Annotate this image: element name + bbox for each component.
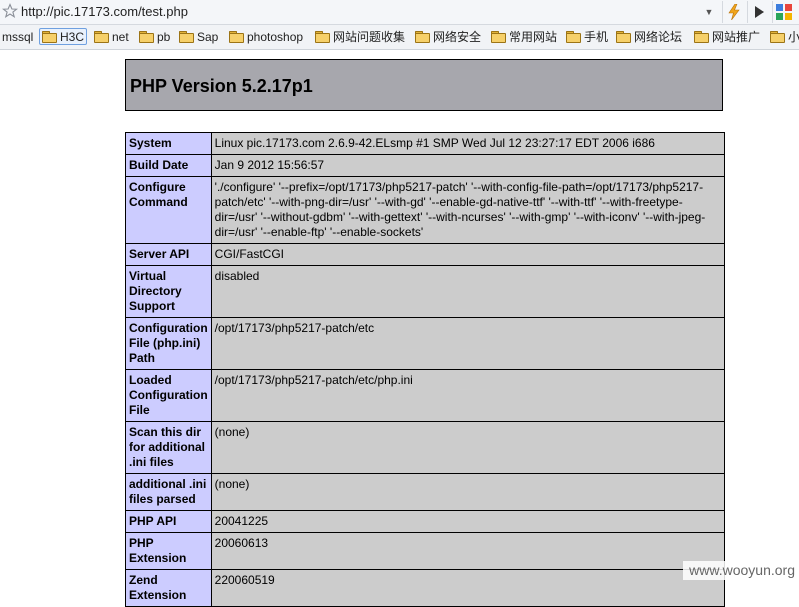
row-label: additional .ini files parsed — [125, 473, 212, 511]
row-label: System — [125, 132, 212, 155]
bookmark-website-issues[interactable]: 网站问题收集 — [313, 28, 407, 45]
url-input[interactable]: http://pic.17173.com/test.php — [21, 4, 188, 19]
bookmark-label: 网络论坛 — [634, 30, 683, 44]
row-label: Server API — [125, 243, 212, 266]
table-row: Zend Extension 220060519 — [125, 569, 726, 607]
chevron-down-icon[interactable]: ▼ — [700, 3, 718, 21]
table-row: Build Date Jan 9 2012 15:56:57 — [125, 154, 726, 177]
bookmark-site-promotion[interactable]: 网站推广 — [692, 28, 762, 45]
table-row: Configuration File (php.ini) Path /opt/1… — [125, 317, 726, 370]
bookmark-label: Sap — [197, 29, 219, 44]
table-row: Configure Command './configure' '--prefi… — [125, 176, 726, 244]
row-label: Virtual Directory Support — [125, 265, 212, 318]
address-bar: http://pic.17173.com/test.php ▼ — [0, 0, 799, 25]
bookmark-label: 网站推广 — [712, 30, 761, 44]
row-label: PHP API — [125, 510, 212, 533]
extension-icon[interactable] — [772, 1, 795, 23]
watermark: www.wooyun.org — [683, 561, 799, 580]
php-version-header: PHP Version 5.2.17p1 — [125, 59, 723, 111]
folder-icon — [42, 31, 57, 43]
row-label: Loaded Configuration File — [125, 369, 212, 422]
bookmark-common-sites[interactable]: 常用网站 — [489, 28, 559, 45]
row-label: Configuration File (php.ini) Path — [125, 317, 212, 370]
row-value: './configure' '--prefix=/opt/17173/php52… — [210, 176, 726, 244]
row-value: disabled — [210, 265, 726, 318]
bookmark-small[interactable]: 小 — [768, 28, 799, 45]
lightning-icon[interactable] — [722, 1, 745, 23]
bookmark-label: 手机 — [584, 30, 609, 44]
bookmark-label: H3C — [60, 29, 85, 44]
table-row: Loaded Configuration File /opt/17173/php… — [125, 369, 726, 422]
row-value: CGI/FastCGI — [210, 243, 726, 266]
row-label: Zend Extension — [125, 569, 212, 607]
star-icon[interactable] — [2, 3, 18, 19]
folder-icon — [694, 31, 709, 43]
row-label: Configure Command — [125, 176, 212, 244]
folder-icon — [415, 31, 430, 43]
row-value: 20041225 — [210, 510, 726, 533]
folder-icon — [139, 31, 154, 43]
folder-icon — [94, 31, 109, 43]
folder-icon — [229, 31, 244, 43]
bookmark-forums[interactable]: 网络论坛 — [614, 28, 684, 45]
table-row: additional .ini files parsed (none) — [125, 473, 726, 511]
bookmark-mobile[interactable]: 手机 — [564, 28, 610, 45]
folder-icon — [315, 31, 330, 43]
row-value: Jan 9 2012 15:56:57 — [210, 154, 726, 177]
bookmark-network-security[interactable]: 网络安全 — [413, 28, 483, 45]
bookmark-sap[interactable]: Sap — [177, 28, 220, 45]
bookmark-h3c[interactable]: H3C — [39, 28, 88, 45]
row-value: /opt/17173/php5217-patch/etc — [210, 317, 726, 370]
bookmark-pb[interactable]: pb — [137, 28, 172, 45]
page-content: PHP Version 5.2.17p1 System Linux pic.17… — [0, 50, 799, 607]
bookmark-label: 常用网站 — [509, 30, 558, 44]
table-row: Server API CGI/FastCGI — [125, 243, 726, 266]
bookmarks-bar: mssql H3C net pb Sap photoshop 网站问题收集 网络… — [0, 25, 799, 50]
bookmark-mssql[interactable]: mssql — [0, 28, 35, 45]
bookmark-label: photoshop — [247, 29, 304, 44]
folder-icon — [770, 31, 785, 43]
bookmark-label: 小 — [788, 30, 799, 44]
row-label: Build Date — [125, 154, 212, 177]
folder-icon — [179, 31, 194, 43]
play-icon[interactable] — [747, 1, 770, 23]
bookmark-label: 网站问题收集 — [333, 30, 406, 44]
bookmark-photoshop[interactable]: photoshop — [227, 28, 305, 45]
row-value: Linux pic.17173.com 2.6.9-42.ELsmp #1 SM… — [210, 132, 726, 155]
row-value: (none) — [210, 421, 726, 474]
folder-icon — [566, 31, 581, 43]
row-label: PHP Extension — [125, 532, 212, 570]
bookmark-label: net — [112, 29, 129, 44]
table-row: System Linux pic.17173.com 2.6.9-42.ELsm… — [125, 132, 726, 155]
row-value: (none) — [210, 473, 726, 511]
bookmark-label: mssql — [2, 29, 34, 44]
bookmark-net[interactable]: net — [92, 28, 131, 45]
row-value: 220060519 — [210, 569, 726, 607]
phpinfo-table: System Linux pic.17173.com 2.6.9-42.ELsm… — [125, 132, 726, 607]
row-value: 20060613 — [210, 532, 726, 570]
table-row: Virtual Directory Support disabled — [125, 265, 726, 318]
page-title: PHP Version 5.2.17p1 — [130, 76, 313, 96]
row-label: Scan this dir for additional .ini files — [125, 421, 212, 474]
bookmark-label: pb — [157, 29, 171, 44]
folder-icon — [616, 31, 631, 43]
bookmark-label: 网络安全 — [433, 30, 482, 44]
table-row: PHP Extension 20060613 — [125, 532, 726, 570]
row-value: /opt/17173/php5217-patch/etc/php.ini — [210, 369, 726, 422]
table-row: Scan this dir for additional .ini files … — [125, 421, 726, 474]
folder-icon — [491, 31, 506, 43]
table-row: PHP API 20041225 — [125, 510, 726, 533]
